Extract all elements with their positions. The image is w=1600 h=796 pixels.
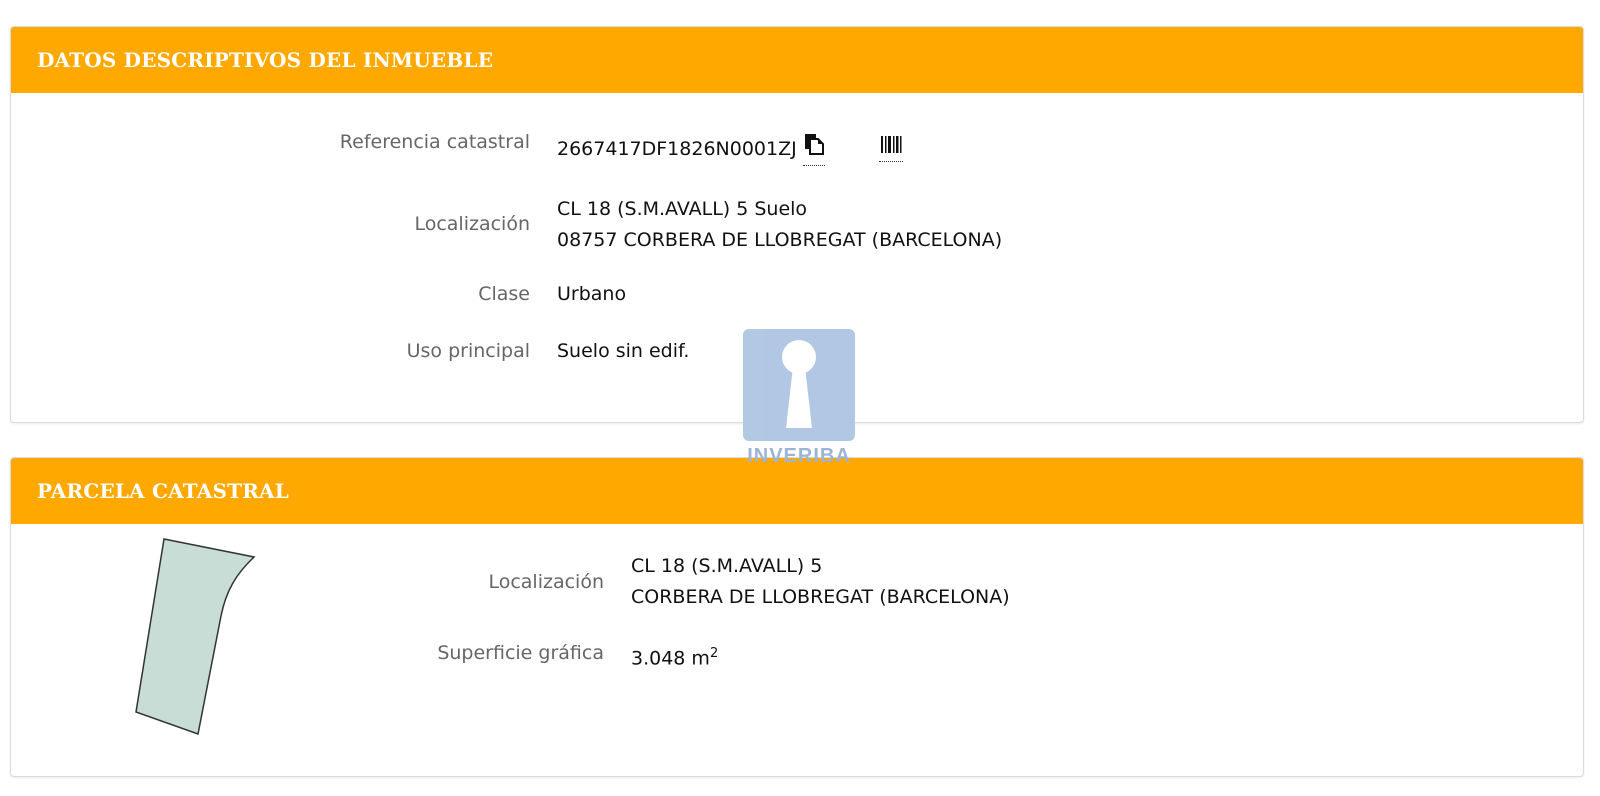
parcela-catastral-panel: PARCELA CATASTRAL Localización CL 18 (S.… [10, 457, 1584, 777]
uso-principal-value: Suelo sin edif. [557, 340, 690, 362]
superficie-exponent: 2 [709, 646, 719, 661]
referencia-value-row: 2667417DF1826N0001ZJ [557, 133, 825, 166]
watermark-logo [743, 329, 855, 441]
parcel-shape-icon [135, 538, 256, 735]
parcela-localizacion-line1: CL 18 (S.M.AVALL) 5 [631, 555, 823, 577]
localizacion-value: CL 18 (S.M.AVALL) 5 Suelo 08757 CORBERA … [557, 194, 1002, 256]
watermark-text: INVERIBA [747, 445, 851, 467]
barcode-icon[interactable] [879, 135, 903, 162]
localizacion-line1: CL 18 (S.M.AVALL) 5 Suelo [557, 198, 808, 220]
referencia-label: Referencia catastral [339, 131, 530, 153]
superficie-number: 3.048 m [631, 647, 710, 670]
keyhole-icon [782, 340, 816, 428]
clase-label: Clase [478, 283, 530, 305]
referencia-value: 2667417DF1826N0001ZJ [557, 138, 797, 160]
panel-header: DATOS DESCRIPTIVOS DEL INMUEBLE [11, 27, 1583, 93]
uso-principal-label: Uso principal [406, 340, 530, 362]
copy-icon[interactable] [802, 133, 825, 166]
parcela-localizacion-value: CL 18 (S.M.AVALL) 5 CORBERA DE LLOBREGAT… [631, 551, 1010, 613]
panel-title: DATOS DESCRIPTIVOS DEL INMUEBLE [37, 48, 494, 72]
localizacion-line2: 08757 CORBERA DE LLOBREGAT (BARCELONA) [557, 229, 1003, 251]
superficie-label: Superficie gráfica [437, 642, 604, 664]
parcela-localizacion-line2: CORBERA DE LLOBREGAT (BARCELONA) [631, 586, 1010, 608]
superficie-value: 3.048 m2 [631, 638, 718, 674]
parcela-localizacion-label: Localización [488, 571, 604, 593]
panel-title: PARCELA CATASTRAL [37, 479, 290, 503]
localizacion-label: Localización [414, 213, 530, 235]
clase-value: Urbano [557, 283, 627, 305]
